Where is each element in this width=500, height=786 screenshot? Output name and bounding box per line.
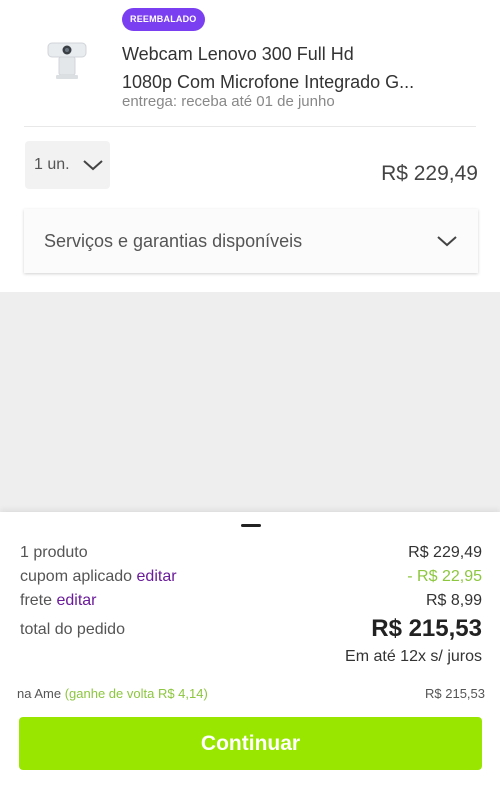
product-title[interactable]: Webcam Lenovo 300 Full Hd 1080p Com Micr… bbox=[122, 40, 467, 96]
chevron-down-icon bbox=[437, 236, 457, 247]
products-value: R$ 229,49 bbox=[408, 544, 482, 561]
ame-cashback: (ganhe de volta R$ 4,14) bbox=[64, 686, 208, 701]
ame-label: na Ame bbox=[17, 686, 62, 701]
coupon-row: cupom aplicado editar - R$ 22,95 bbox=[20, 568, 482, 586]
total-value: R$ 215,53 bbox=[371, 615, 482, 642]
repackaged-badge: REEMBALADO bbox=[122, 8, 205, 31]
webcam-icon bbox=[47, 42, 87, 79]
shipping-row: frete editar R$ 8,99 bbox=[20, 592, 482, 610]
empty-area bbox=[0, 292, 500, 512]
chevron-down-icon bbox=[82, 160, 103, 171]
product-image[interactable] bbox=[42, 38, 92, 88]
services-warranties-dropdown[interactable]: Serviços e garantias disponíveis bbox=[24, 209, 478, 273]
shipping-value: R$ 8,99 bbox=[425, 592, 482, 609]
quantity-value: 1 un. bbox=[34, 156, 70, 173]
products-row: 1 produto R$ 229,49 bbox=[20, 544, 482, 562]
delivery-estimate: entrega: receba até 01 de junho bbox=[122, 93, 335, 110]
coupon-edit-link[interactable]: editar bbox=[137, 568, 177, 585]
quantity-select[interactable]: 1 un. bbox=[25, 141, 110, 189]
product-title-line-1: Webcam Lenovo 300 Full Hd bbox=[122, 44, 354, 64]
shipping-label: frete bbox=[20, 592, 53, 609]
shipping-edit-link[interactable]: editar bbox=[56, 592, 96, 609]
continue-button[interactable]: Continuar bbox=[19, 717, 482, 770]
order-summary-sheet: 1 produto R$ 229,49 cupom aplicado edita… bbox=[0, 512, 500, 786]
product-title-line-2: 1080p Com Microfone Integrado G... bbox=[122, 72, 415, 92]
item-price: R$ 229,49 bbox=[381, 162, 478, 185]
ame-value: R$ 215,53 bbox=[425, 686, 485, 701]
coupon-label: cupom aplicado bbox=[20, 568, 133, 585]
installments-info: Em até 12x s/ juros bbox=[345, 648, 482, 665]
sheet-drag-handle[interactable] bbox=[241, 524, 261, 527]
coupon-discount-value: - R$ 22,95 bbox=[407, 568, 482, 585]
ame-payment-row: na Ame (ganhe de volta R$ 4,14) R$ 215,5… bbox=[17, 686, 485, 701]
services-label: Serviços e garantias disponíveis bbox=[44, 230, 303, 251]
divider bbox=[24, 126, 476, 127]
products-label: 1 produto bbox=[20, 544, 88, 561]
total-label: total do pedido bbox=[20, 621, 125, 638]
cart-item-section: REEMBALADO Webcam Lenovo 300 Full Hd 108… bbox=[0, 0, 500, 292]
